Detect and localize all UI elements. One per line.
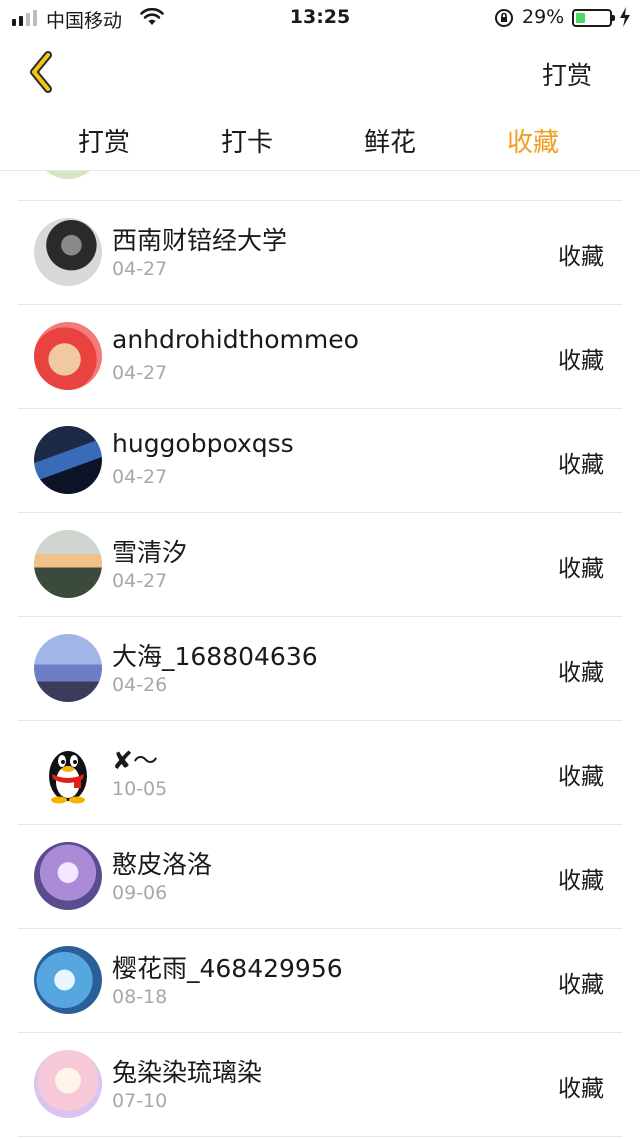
avatar: [34, 171, 102, 179]
action-label: 收藏: [558, 348, 604, 374]
avatar: [34, 946, 102, 1014]
user-name: 憨皮洛洛: [112, 850, 213, 879]
user-name: huggobpoxqss: [112, 429, 294, 458]
user-name: 西南财锫经大学: [112, 226, 288, 255]
tab-flowers[interactable]: 鲜花: [320, 122, 460, 159]
date-label: 07-10: [112, 1090, 168, 1112]
action-label: 收藏: [558, 556, 604, 582]
date-label: 04-27: [112, 258, 168, 280]
reward-button[interactable]: 打赏: [542, 56, 592, 92]
list-item[interactable]: 西南财锫经大学 04-27 收藏: [0, 201, 640, 305]
avatar: [34, 530, 102, 598]
avatar: [34, 842, 102, 910]
avatar: [34, 426, 102, 494]
avatar: [34, 1050, 102, 1118]
action-label: 收藏: [558, 1076, 604, 1102]
tab-favorites[interactable]: 收藏: [463, 122, 603, 159]
user-name: anhdrohidthommeo: [112, 325, 359, 354]
list-item[interactable]: anhdrohidthommeo 04-27 收藏: [0, 305, 640, 409]
tab-checkin[interactable]: 打卡: [177, 122, 317, 159]
list-item[interactable]: 憨皮洛洛 09-06 收藏: [0, 825, 640, 929]
date-label: 04-27: [112, 466, 168, 488]
action-label: 收藏: [558, 660, 604, 686]
list-item[interactable]: huggobpoxqss 04-27 收藏: [0, 409, 640, 513]
date-label: 09-06: [112, 882, 168, 904]
date-label: 04-27: [112, 362, 168, 384]
list-item[interactable]: 兔染染琉璃染 07-10 收藏: [0, 1033, 640, 1137]
avatar: [34, 634, 102, 702]
list-item[interactable]: 樱花雨_468429956 08-18 收藏: [0, 929, 640, 1033]
favorites-list[interactable]: 西南财锫经大学 04-27 收藏 anhdrohidthommeo 04-27 …: [0, 171, 640, 1139]
user-name: ✘～: [112, 746, 158, 775]
user-name: 大海_168804636: [112, 642, 318, 671]
user-name: 雪清汐: [112, 538, 188, 567]
list-item[interactable]: 雪清汐 04-27 收藏: [0, 513, 640, 617]
user-name: 兔染染琉璃染: [112, 1058, 263, 1087]
date-label: 04-26: [112, 674, 168, 696]
back-button[interactable]: [22, 50, 62, 94]
action-label: 收藏: [558, 452, 604, 478]
list-item-partial: [0, 171, 640, 201]
qq-penguin-avatar: [34, 738, 102, 806]
orientation-lock-icon: [494, 8, 514, 33]
nav-header: 打赏: [0, 36, 640, 108]
date-label: 10-05: [112, 778, 168, 800]
list-item[interactable]: 大海_168804636 04-26 收藏: [0, 617, 640, 721]
action-label: 收藏: [558, 764, 604, 790]
tab-bar: 打赏 打卡 鲜花 收藏: [0, 112, 640, 172]
action-label: 收藏: [558, 868, 604, 894]
date-label: 04-27: [112, 570, 168, 592]
charging-bolt-icon: [619, 6, 631, 33]
avatar: [34, 322, 102, 390]
action-label: 收藏: [558, 244, 604, 270]
battery-percent: 29%: [522, 6, 565, 28]
chevron-left-icon: [22, 51, 62, 98]
action-label: 收藏: [558, 972, 604, 998]
row-divider: [18, 1136, 622, 1137]
tab-reward[interactable]: 打赏: [34, 122, 174, 159]
list-item[interactable]: ✘～ 10-05 收藏: [0, 721, 640, 825]
avatar: [34, 218, 102, 286]
user-name: 樱花雨_468429956: [112, 954, 343, 983]
battery-icon: [572, 9, 615, 27]
date-label: 08-18: [112, 986, 168, 1008]
status-bar: 中国移动 13:25 29%: [0, 0, 640, 36]
